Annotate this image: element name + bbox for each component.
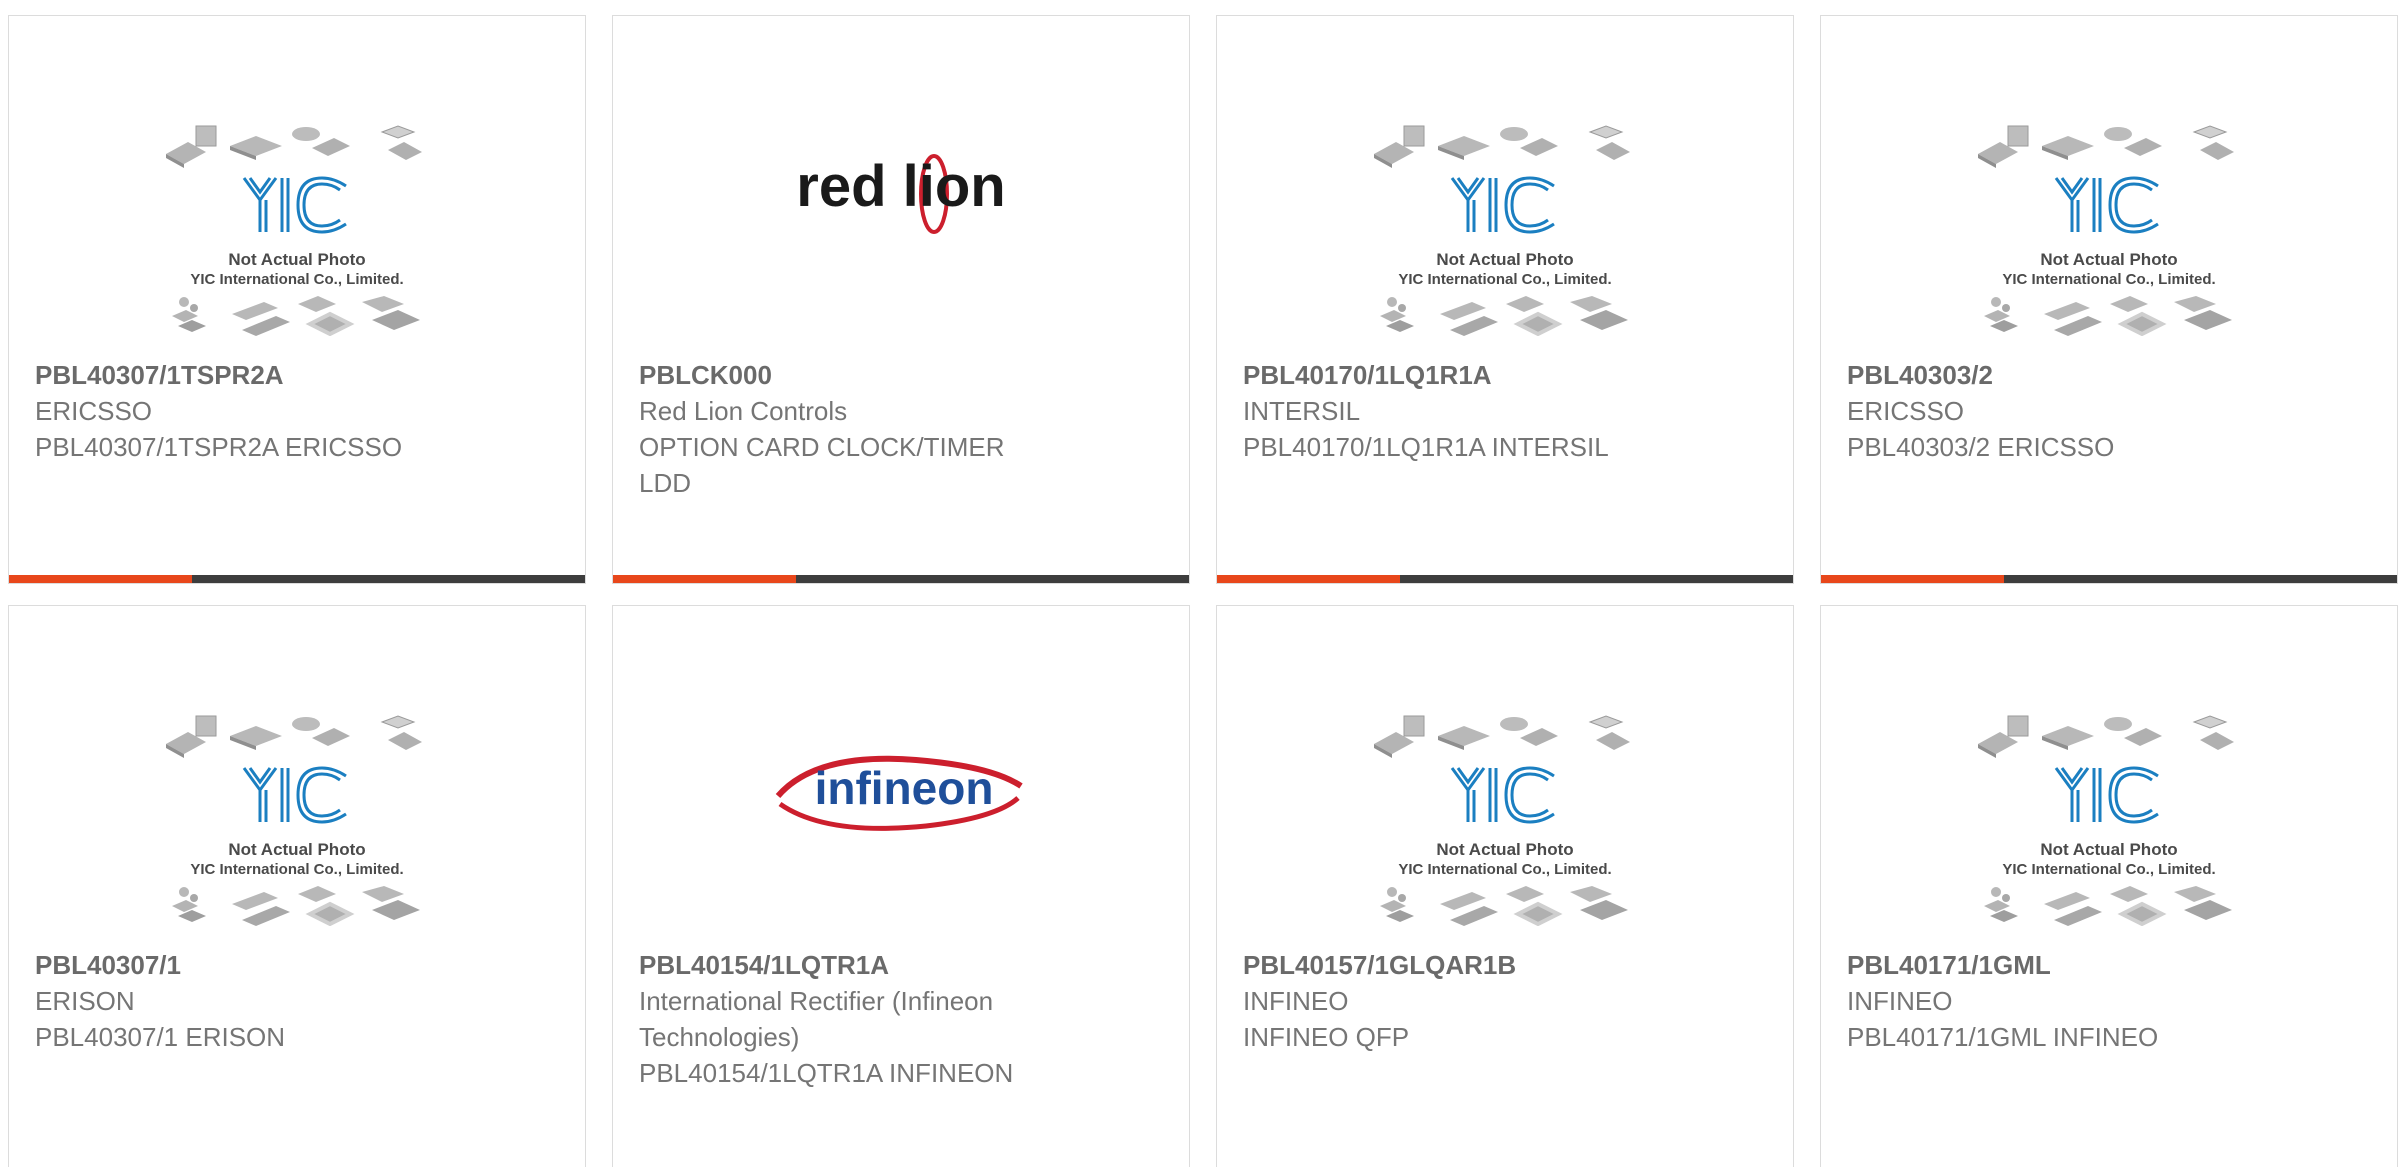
product-image[interactable]: Not Actual Photo YIC International Co., …: [1821, 96, 2397, 366]
manufacturer: INFINEO: [1243, 986, 1349, 1016]
yic-placeholder-image: Not Actual Photo YIC International Co., …: [165, 715, 423, 926]
svg-text:YIC International Co., Limited: YIC International Co., Limited.: [190, 861, 403, 878]
svg-text:YIC International Co., Limited: YIC International Co., Limited.: [2002, 271, 2215, 288]
product-image[interactable]: Not Actual Photo YIC International Co., …: [9, 96, 585, 366]
description: PBL40171/1GML INFINEO: [1847, 1022, 2159, 1052]
svg-text:YIC International Co., Limited: YIC International Co., Limited.: [1398, 861, 1611, 878]
product-image[interactable]: Not Actual Photo YIC International Co., …: [1217, 96, 1793, 366]
manufacturer: Red Lion Controls: [639, 396, 848, 426]
manufacturer: INTERSIL: [1243, 396, 1361, 426]
svg-text:YIC International Co., Limited: YIC International Co., Limited.: [190, 271, 403, 288]
product-image[interactable]: infineon: [613, 686, 1189, 956]
card-bottom-bar: [9, 575, 585, 583]
svg-text:YIC International Co., Limited: YIC International Co., Limited.: [1398, 271, 1611, 288]
yic-placeholder-image: Not Actual Photo YIC International Co., …: [1977, 125, 2235, 336]
product-card[interactable]: Not Actual Photo YIC International Co., …: [8, 15, 586, 584]
yic-placeholder-image: Not Actual Photo YIC International Co., …: [1977, 715, 2235, 926]
description: PBL40303/2 ERICSSO: [1847, 432, 2115, 462]
description: PBL40307/1TSPR2A ERICSSO: [35, 432, 403, 462]
product-card[interactable]: Not Actual Photo YIC International Co., …: [1820, 15, 2398, 584]
card-bottom-bar: [1821, 575, 2397, 583]
product-card[interactable]: infineon PBL40154/1LQTR1A International …: [612, 605, 1190, 1167]
description: PBL40307/1 ERISON: [35, 1022, 286, 1052]
description: PBL40154/1LQTR1A INFINEON: [639, 1058, 1014, 1088]
card-bottom-bar: [1217, 575, 1793, 583]
svg-text:Not Actual Photo: Not Actual Photo: [228, 840, 365, 859]
svg-text:Not Actual Photo: Not Actual Photo: [228, 250, 365, 269]
svg-text:YIC International Co., Limited: YIC International Co., Limited.: [2002, 861, 2215, 878]
part-number[interactable]: PBLCK000: [639, 357, 1169, 393]
infineon-logo-image: infineon: [775, 755, 1023, 831]
yic-placeholder-image: Not Actual Photo YIC International Co., …: [1373, 125, 1631, 336]
yic-placeholder-image: Not Actual Photo YIC International Co., …: [165, 125, 423, 336]
product-image[interactable]: Not Actual Photo YIC International Co., …: [1821, 686, 2397, 956]
part-number[interactable]: PBL40303/2: [1847, 357, 2377, 393]
manufacturer: International Rectifier (Infineon Techno…: [639, 986, 994, 1052]
part-number[interactable]: PBL40307/1: [35, 947, 565, 983]
product-grid: Not Actual Photo YIC International Co., …: [0, 0, 2400, 1167]
product-card[interactable]: Not Actual Photo YIC International Co., …: [1216, 15, 1794, 584]
product-image[interactable]: Not Actual Photo YIC International Co., …: [1217, 686, 1793, 956]
part-number[interactable]: PBL40157/1GLQAR1B: [1243, 947, 1773, 983]
part-number[interactable]: PBL40171/1GML: [1847, 947, 2377, 983]
part-number[interactable]: PBL40170/1LQ1R1A: [1243, 357, 1773, 393]
manufacturer: ERICSSO: [1847, 396, 1965, 426]
manufacturer: INFINEO: [1847, 986, 1953, 1016]
description: INFINEO QFP: [1243, 1022, 1410, 1052]
card-bottom-bar: [613, 575, 1189, 583]
product-card[interactable]: Not Actual Photo YIC International Co., …: [8, 605, 586, 1167]
product-card[interactable]: red lion PBLCK000 Red Lion Controls OPTI…: [612, 15, 1190, 584]
manufacturer: ERISON: [35, 986, 135, 1016]
svg-text:Not Actual Photo: Not Actual Photo: [2040, 250, 2177, 269]
product-card[interactable]: Not Actual Photo YIC International Co., …: [1820, 605, 2398, 1167]
svg-text:Not Actual Photo: Not Actual Photo: [2040, 840, 2177, 859]
yic-placeholder-image: Not Actual Photo YIC International Co., …: [1373, 715, 1631, 926]
manufacturer: ERICSSO: [35, 396, 153, 426]
product-card[interactable]: Not Actual Photo YIC International Co., …: [1216, 605, 1794, 1167]
redlion-logo-image: red lion: [796, 154, 1006, 234]
svg-text:Not Actual Photo: Not Actual Photo: [1436, 250, 1573, 269]
part-number[interactable]: PBL40154/1LQTR1A: [639, 947, 1169, 983]
svg-text:Not Actual Photo: Not Actual Photo: [1436, 840, 1573, 859]
product-image[interactable]: red lion: [613, 96, 1189, 366]
svg-text:red lion: red lion: [796, 154, 1005, 219]
description: PBL40170/1LQ1R1A INTERSIL: [1243, 432, 1609, 462]
product-image[interactable]: Not Actual Photo YIC International Co., …: [9, 686, 585, 956]
part-number[interactable]: PBL40307/1TSPR2A: [35, 357, 565, 393]
description: OPTION CARD CLOCK/TIMER LDD: [639, 432, 1005, 498]
svg-text:infineon: infineon: [815, 762, 994, 814]
